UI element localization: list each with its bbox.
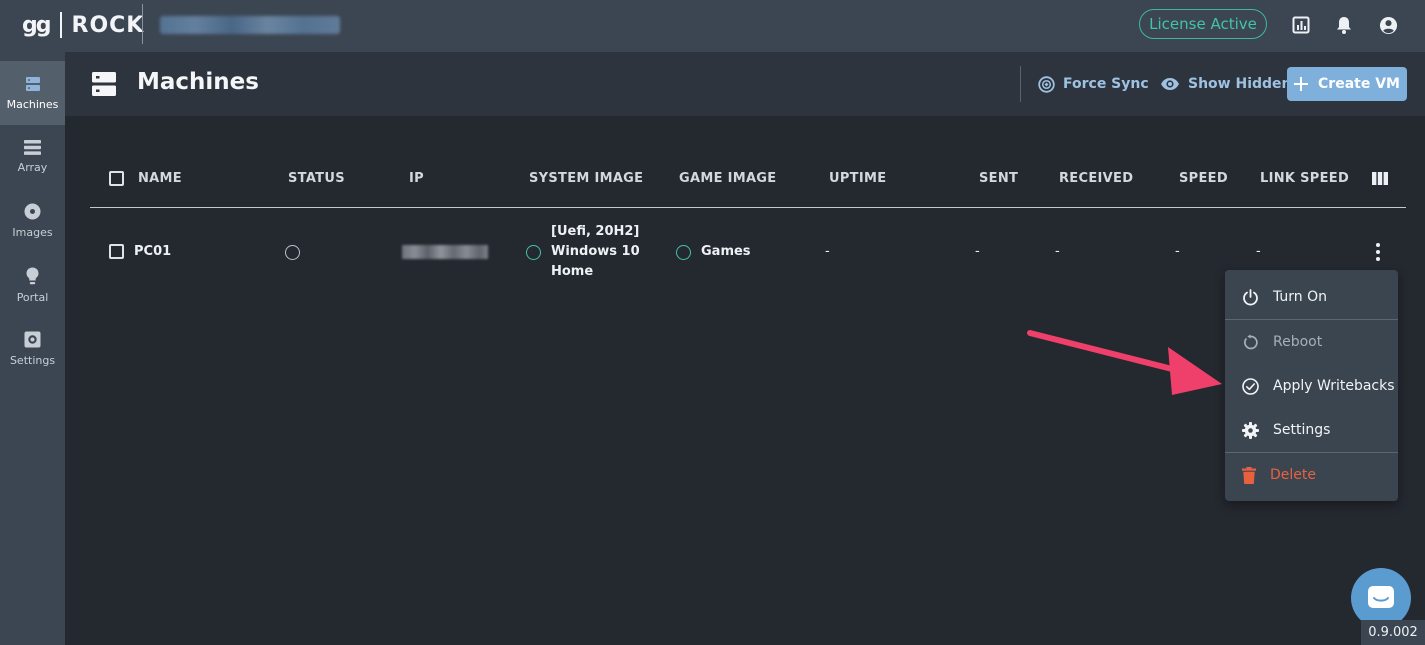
- account-icon[interactable]: [1377, 14, 1399, 36]
- column-header-speed[interactable]: SPEED: [1179, 171, 1228, 186]
- plus-icon: [1294, 77, 1309, 91]
- server-icon: [92, 72, 116, 96]
- more-options-icon[interactable]: [1375, 243, 1381, 261]
- table-header-divider: [90, 207, 1406, 208]
- chart-icon[interactable]: [1290, 14, 1312, 36]
- received-value: -: [1055, 244, 1060, 259]
- column-header-sent[interactable]: SENT: [979, 171, 1018, 186]
- game-image-status-icon: [676, 245, 691, 260]
- annotation-arrow: [1027, 330, 1222, 395]
- uptime-value: -: [825, 244, 830, 259]
- menu-item-turn-on[interactable]: Turn On: [1225, 277, 1398, 317]
- create-vm-button[interactable]: Create VM: [1287, 67, 1407, 101]
- header-divider: [1020, 66, 1021, 102]
- game-image-name: Games: [701, 244, 751, 259]
- link-speed-value: -: [1256, 244, 1261, 259]
- logo-gg-text: gg: [22, 12, 51, 38]
- top-bar: gg ROCK License Active: [0, 0, 1425, 52]
- select-all-checkbox[interactable]: [109, 171, 124, 186]
- sidebar-item-label: Machines: [6, 97, 59, 111]
- gear-box-icon: [24, 331, 41, 348]
- ggrock-logo[interactable]: gg ROCK: [22, 10, 144, 40]
- show-hidden-button[interactable]: Show Hidden: [1160, 72, 1292, 96]
- column-header-game-image[interactable]: GAME IMAGE: [679, 171, 776, 186]
- sidebar-item-label: Images: [12, 226, 53, 239]
- server-icon: [25, 76, 40, 91]
- sidebar-item-images[interactable]: Images: [0, 189, 65, 253]
- force-sync-button[interactable]: Force Sync: [1038, 72, 1149, 96]
- create-vm-label: Create VM: [1318, 76, 1400, 92]
- chat-launcher-button[interactable]: [1351, 568, 1411, 628]
- row-checkbox[interactable]: [109, 244, 124, 259]
- restart-icon: [1244, 334, 1258, 349]
- trash-icon: [1242, 466, 1256, 484]
- system-image-line2: Windows 10: [551, 244, 640, 259]
- sidebar-item-portal[interactable]: Portal: [0, 253, 65, 317]
- column-header-link-speed[interactable]: LINK SPEED: [1260, 171, 1349, 186]
- column-header-ip[interactable]: IP: [409, 171, 424, 186]
- force-sync-label: Force Sync: [1063, 76, 1149, 92]
- disc-icon: [24, 203, 41, 220]
- column-header-uptime[interactable]: UPTIME: [829, 171, 886, 186]
- page-header: Machines Force Sync Show Hidden Create V…: [65, 52, 1425, 116]
- sent-value: -: [975, 244, 980, 259]
- menu-item-label: Turn On: [1273, 289, 1328, 305]
- system-image-status-icon: [526, 245, 541, 260]
- column-header-received[interactable]: RECEIVED: [1059, 171, 1133, 186]
- row-context-menu: Turn On Reboot Apply Writebacks Settings…: [1225, 270, 1398, 501]
- logo-rock-text: ROCK: [71, 12, 145, 38]
- blurred-ip-address: [402, 245, 488, 259]
- bell-icon[interactable]: [1333, 14, 1355, 36]
- menu-item-apply-writebacks[interactable]: Apply Writebacks: [1225, 366, 1398, 406]
- topbar-divider: [142, 4, 143, 44]
- license-status-badge[interactable]: License Active: [1139, 9, 1267, 39]
- eye-icon: [1161, 78, 1179, 90]
- gear-icon: [1242, 421, 1259, 439]
- column-header-name[interactable]: NAME: [138, 171, 182, 186]
- sidebar-item-label: Settings: [9, 354, 56, 367]
- logo-separator: [59, 12, 62, 38]
- sidebar-item-array[interactable]: Array: [0, 125, 65, 189]
- menu-item-settings[interactable]: Settings: [1225, 410, 1398, 450]
- menu-item-label: Delete: [1270, 467, 1316, 483]
- bulb-icon: [26, 267, 39, 284]
- status-indicator-icon: [285, 245, 300, 260]
- menu-item-label: Reboot: [1273, 334, 1323, 350]
- column-header-status[interactable]: STATUS: [288, 171, 345, 186]
- menu-item-label: Apply Writebacks: [1273, 378, 1395, 394]
- sidebar-item-label: Array: [17, 161, 48, 174]
- power-icon: [1243, 288, 1258, 305]
- speed-value: -: [1175, 244, 1180, 259]
- menu-item-reboot[interactable]: Reboot: [1225, 322, 1398, 362]
- columns-icon[interactable]: [1372, 172, 1388, 185]
- page-title: Machines: [137, 69, 259, 95]
- system-image-line3: Home: [551, 264, 594, 279]
- check-circle-icon: [1242, 377, 1259, 395]
- menu-item-label: Settings: [1273, 422, 1331, 438]
- menu-item-delete[interactable]: Delete: [1225, 455, 1398, 495]
- system-image-line1: [Uefi, 20H2]: [551, 224, 640, 239]
- sidebar-item-machines[interactable]: Machines: [0, 61, 65, 125]
- menu-divider: [1225, 319, 1398, 320]
- blurred-server-name: [160, 16, 340, 34]
- show-hidden-label: Show Hidden: [1188, 76, 1292, 92]
- list-icon: [24, 140, 41, 155]
- machine-name: PC01: [134, 244, 172, 259]
- sync-icon: [1038, 75, 1055, 93]
- sidebar: Machines Array Images Portal Settings: [0, 52, 65, 645]
- sidebar-item-label: Portal: [16, 290, 49, 304]
- menu-divider: [1225, 452, 1398, 453]
- version-label: 0.9.002: [1361, 620, 1425, 645]
- sidebar-item-settings[interactable]: Settings: [0, 317, 65, 381]
- column-header-system-image[interactable]: SYSTEM IMAGE: [529, 171, 643, 186]
- chat-icon: [1368, 586, 1394, 608]
